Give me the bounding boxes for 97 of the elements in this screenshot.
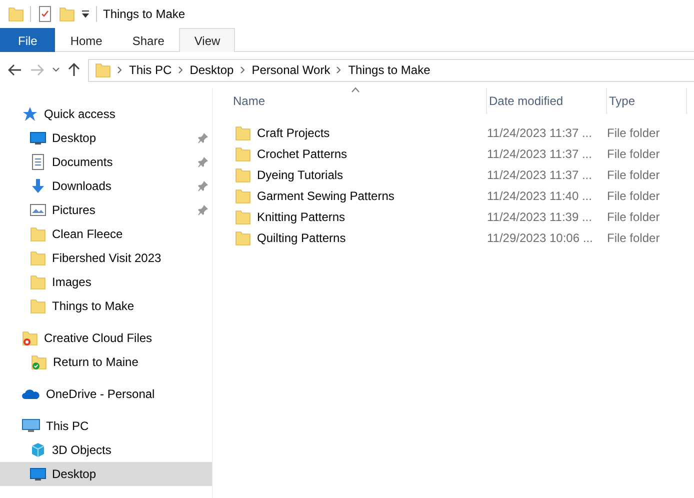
document-icon (30, 154, 46, 170)
sidebar-item[interactable]: Return to Maine (0, 350, 212, 374)
sidebar-item[interactable]: Downloads (0, 174, 212, 198)
folder-icon (30, 274, 46, 290)
chevron-right-icon (240, 66, 246, 74)
sidebar-item-label: Images (52, 274, 92, 291)
folder-icon (8, 6, 24, 22)
column-header[interactable]: Name (231, 88, 487, 114)
file-type: File folder (607, 168, 660, 182)
window-title: Things to Make (103, 6, 186, 23)
file-name[interactable]: Dyeing Tutorials (257, 166, 344, 184)
monitor-icon (30, 466, 46, 482)
file-name[interactable]: Crochet Patterns (257, 144, 348, 162)
folder-icon (30, 298, 46, 314)
sidebar-item[interactable]: Fibershed Visit 2023 (0, 246, 212, 270)
sidebar-item[interactable]: Images (0, 270, 212, 294)
date-modified: 11/24/2023 11:39 ... (487, 210, 592, 224)
up-arrow-icon[interactable] (68, 63, 80, 77)
pin-icon (198, 133, 208, 143)
download-arrow-icon (30, 178, 46, 194)
file-type: File folder (607, 188, 660, 202)
sidebar-item[interactable]: This PC (0, 414, 212, 438)
chevron-down-icon[interactable] (52, 67, 60, 73)
back-arrow-icon[interactable] (8, 64, 22, 76)
sidebar-item[interactable]: Documents (0, 150, 212, 174)
date-modified: 11/24/2023 11:37 ... (487, 126, 592, 140)
ribbon-tab[interactable]: View (179, 28, 236, 52)
sidebar-item-label: Desktop (52, 130, 96, 147)
file-name[interactable]: Knitting Patterns (257, 208, 346, 226)
breadcrumb[interactable]: Things to Make (348, 61, 430, 79)
sidebar-item[interactable]: 3D Objects (0, 438, 212, 462)
file-name[interactable]: Quilting Patterns (257, 228, 346, 246)
file-type: File folder (607, 210, 660, 224)
sidebar-item[interactable]: Things to Make (0, 294, 212, 318)
folder-icon (235, 124, 251, 140)
chevron-right-icon (117, 66, 123, 74)
pin-icon (198, 205, 208, 215)
column-header[interactable]: Date modified (487, 88, 607, 114)
chevron-right-icon (336, 66, 342, 74)
file-menu-button[interactable]: File (0, 28, 56, 52)
file-type: File folder (607, 146, 660, 160)
folder-icon (31, 354, 47, 370)
checklist-icon (37, 6, 53, 22)
sidebar-item[interactable]: Desktop (0, 462, 212, 486)
address-bar[interactable]: This PC Desktop Personal Work Things to Make (88, 58, 694, 82)
dropdown-icon (81, 9, 90, 19)
sidebar-item[interactable]: Creative Cloud Files (0, 326, 212, 350)
date-modified: 11/24/2023 11:37 ... (487, 168, 592, 182)
sidebar-item-label: OneDrive - Personal (46, 386, 155, 403)
star-icon (22, 106, 38, 122)
file-name[interactable]: Craft Projects (257, 124, 330, 142)
sidebar-item[interactable]: Quick access (0, 102, 212, 126)
cube-icon (30, 442, 46, 458)
chevron-right-icon (178, 66, 184, 74)
file-name[interactable]: Garment Sewing Patterns (257, 186, 394, 204)
date-modified: 11/24/2023 11:40 ... (487, 188, 592, 202)
sidebar-item-label: Quick access (44, 106, 116, 123)
folder-icon (30, 250, 46, 266)
date-modified: 11/24/2023 11:37 ... (487, 146, 592, 160)
sidebar-item-label: Desktop (52, 466, 96, 483)
sidebar-item[interactable]: Desktop (0, 126, 212, 150)
sidebar-item-label: Things to Make (52, 298, 134, 315)
sidebar-item-label: Clean Fleece (52, 226, 123, 243)
computer-icon (22, 418, 40, 434)
sidebar-item-label: Pictures (52, 202, 96, 219)
folder-icon (235, 146, 251, 162)
sidebar-item-label: Fibershed Visit 2023 (52, 250, 162, 267)
sidebar-item-label: Documents (52, 154, 113, 171)
pin-icon (198, 157, 208, 167)
folder-icon (95, 62, 111, 78)
breadcrumb[interactable]: This PC (129, 61, 172, 79)
pin-icon (198, 181, 208, 191)
folder-icon (235, 188, 251, 204)
sidebar-item-label: Return to Maine (53, 354, 138, 371)
breadcrumb[interactable]: Personal Work (252, 61, 330, 79)
sidebar-item-label: This PC (46, 418, 89, 435)
monitor-icon (30, 130, 46, 146)
folder-icon (235, 230, 251, 246)
folder-icon (30, 226, 46, 242)
folder-icon (22, 330, 38, 346)
folder-icon (59, 6, 75, 22)
sidebar-item[interactable]: Clean Fleece (0, 222, 212, 246)
folder-icon (235, 208, 251, 224)
picture-icon (30, 202, 46, 218)
breadcrumb[interactable]: Desktop (190, 61, 234, 79)
sidebar-item-label: Downloads (52, 178, 112, 195)
file-type: File folder (607, 230, 660, 244)
sidebar-item-label: Creative Cloud Files (44, 330, 152, 347)
sidebar-item-label: 3D Objects (52, 442, 112, 459)
sidebar-item[interactable]: OneDrive - Personal (0, 382, 212, 406)
date-modified: 11/29/2023 10:06 ... (487, 230, 593, 244)
ribbon-tab[interactable]: Home (55, 28, 118, 52)
ribbon-tab[interactable]: Share (117, 28, 180, 52)
file-type: File folder (607, 126, 660, 140)
sidebar-item[interactable]: Pictures (0, 198, 212, 222)
folder-icon (235, 166, 251, 182)
column-header[interactable]: Type (607, 88, 687, 114)
